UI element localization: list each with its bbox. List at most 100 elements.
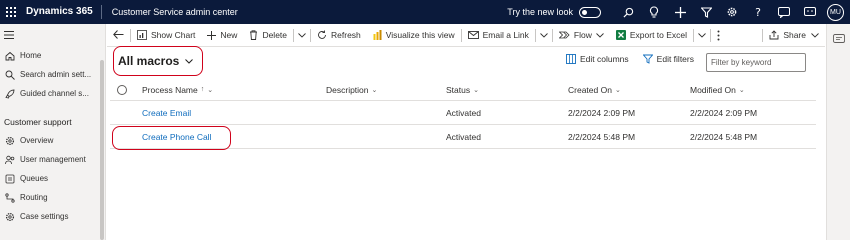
chart-icon <box>137 30 147 40</box>
excel-icon <box>615 30 626 40</box>
sidebar-item-guided-channel-setup[interactable]: Guided channel s... <box>0 84 105 103</box>
sidebar-item-user-management[interactable]: User management <box>0 150 105 169</box>
feedback-icon[interactable] <box>797 0 823 24</box>
export-excel-label: Export to Excel <box>629 30 688 40</box>
sidebar-item-label: Overview <box>20 136 54 145</box>
email-link-button[interactable]: Email a Link <box>462 24 535 47</box>
column-header-created-on[interactable]: Created On ⌄ <box>560 85 682 95</box>
columns-icon <box>566 54 576 64</box>
flow-icon <box>558 31 570 39</box>
show-chart-button[interactable]: Show Chart <box>131 24 201 47</box>
grid-header: Process Name ↑ ⌄ Description ⌄ Status ⌄ … <box>110 79 816 101</box>
gear-icon <box>4 135 16 147</box>
more-delete-options-chevron-down-icon[interactable] <box>294 24 310 47</box>
search-icon <box>4 69 16 81</box>
top-bar: Dynamics 365 Customer Service admin cent… <box>0 0 850 24</box>
column-header-process-name[interactable]: Process Name ↑ ⌄ <box>134 85 318 95</box>
sidebar-item-case-settings[interactable]: Case settings <box>0 207 105 226</box>
chevron-down-icon <box>811 30 819 40</box>
avatar[interactable]: MU <box>827 3 844 21</box>
visualize-view-button[interactable]: Visualize this view <box>367 24 461 47</box>
more-email-options-chevron-down-icon[interactable] <box>536 24 552 47</box>
sidebar-item-label: Case settings <box>20 212 69 221</box>
edit-filters-button[interactable]: Edit filters <box>642 54 694 64</box>
sidebar: Home Search admin sett... Guided channel… <box>0 24 106 240</box>
column-header-status[interactable]: Status ⌄ <box>438 85 560 95</box>
edit-columns-button[interactable]: Edit columns <box>566 54 629 64</box>
sidebar-item-label: Guided channel s... <box>20 89 89 98</box>
modified-on-cell: 2/2/2024 2:09 PM <box>690 107 758 118</box>
sidebar-item-label: Search admin sett... <box>20 70 92 79</box>
search-icon[interactable] <box>615 0 641 24</box>
sidebar-item-label: Home <box>20 51 42 60</box>
keyword-filter-input[interactable]: Filter by keyword <box>706 53 806 72</box>
new-look-toggle[interactable] <box>579 6 601 18</box>
brand-name[interactable]: Dynamics 365 <box>22 5 102 19</box>
visualize-label: Visualize this view <box>385 30 455 40</box>
settings-gear-icon[interactable] <box>719 0 745 24</box>
plus-icon <box>207 30 217 40</box>
chevron-down-icon: ⌄ <box>207 86 214 94</box>
sidebar-item-home[interactable]: Home <box>0 46 105 65</box>
chevron-down-icon: ⌄ <box>371 86 378 94</box>
chevron-down-icon: ⌄ <box>738 86 745 94</box>
process-name-link[interactable]: Create Email <box>134 108 318 118</box>
sidebar-item-label: Queues <box>20 174 49 183</box>
edit-columns-label: Edit columns <box>580 54 629 64</box>
rocket-icon <box>4 88 16 100</box>
help-icon[interactable]: ? <box>745 0 771 24</box>
share-icon <box>769 30 779 40</box>
edit-filters-label: Edit filters <box>656 54 694 64</box>
copilot-chat-icon[interactable] <box>827 28 850 50</box>
created-on-cell: 2/2/2024 5:48 PM <box>568 131 636 142</box>
sidebar-item-label: Routing <box>20 193 48 202</box>
column-header-modified-on[interactable]: Modified On ⌄ <box>682 85 816 95</box>
status-cell: Activated <box>446 131 481 142</box>
sidebar-item-search-admin-settings[interactable]: Search admin sett... <box>0 65 105 84</box>
chevron-down-icon: ⌄ <box>614 86 621 94</box>
chat-icon[interactable] <box>771 0 797 24</box>
flow-button[interactable]: Flow <box>553 24 610 47</box>
modified-on-cell: 2/2/2024 5:48 PM <box>690 131 758 142</box>
new-button[interactable]: New <box>201 24 243 47</box>
refresh-label: Refresh <box>331 30 361 40</box>
sidebar-group-customer-support: Customer support <box>4 117 72 127</box>
refresh-button[interactable]: Refresh <box>311 24 367 47</box>
power-bi-icon <box>373 30 382 40</box>
sort-ascending-icon: ↑ <box>200 86 205 93</box>
sidebar-item-queues[interactable]: Queues <box>0 169 105 188</box>
refresh-icon <box>317 30 327 40</box>
export-excel-button[interactable]: Export to Excel <box>610 24 693 47</box>
sidebar-scrollbar[interactable] <box>100 60 104 240</box>
highlight-annotation <box>112 126 231 150</box>
more-commands-icon[interactable] <box>711 24 726 47</box>
status-cell: Activated <box>446 107 481 118</box>
chevron-down-icon: ⌄ <box>473 86 479 94</box>
hamburger-menu-icon[interactable] <box>0 24 105 46</box>
sidebar-item-label: User management <box>20 155 86 164</box>
filter-icon[interactable] <box>693 0 719 24</box>
filter-icon <box>642 54 653 64</box>
gear-icon <box>4 211 16 223</box>
show-chart-label: Show Chart <box>151 30 196 40</box>
sidebar-item-overview[interactable]: Overview <box>0 131 105 150</box>
more-export-options-chevron-down-icon[interactable] <box>694 24 710 47</box>
app-launcher-icon[interactable] <box>0 0 22 24</box>
delete-label: Delete <box>262 30 288 40</box>
flow-label: Flow <box>573 30 592 40</box>
plus-icon[interactable] <box>667 0 693 24</box>
app-name[interactable]: Customer Service admin center <box>102 7 238 17</box>
column-header-description[interactable]: Description ⌄ <box>318 85 438 95</box>
lightbulb-icon[interactable] <box>641 0 667 24</box>
mail-icon <box>467 31 479 39</box>
share-button[interactable]: Share <box>763 24 825 47</box>
highlight-annotation <box>113 46 203 76</box>
select-all-checkbox[interactable] <box>110 84 134 95</box>
back-button[interactable] <box>107 24 130 47</box>
sidebar-item-routing[interactable]: Routing <box>0 188 105 207</box>
delete-button[interactable]: Delete <box>243 24 293 47</box>
try-new-look-label: Try the new look <box>507 7 573 17</box>
home-icon <box>4 50 16 62</box>
table-row[interactable]: Create Email Activated 2/2/2024 2:09 PM … <box>110 101 816 125</box>
new-label: New <box>220 30 238 40</box>
